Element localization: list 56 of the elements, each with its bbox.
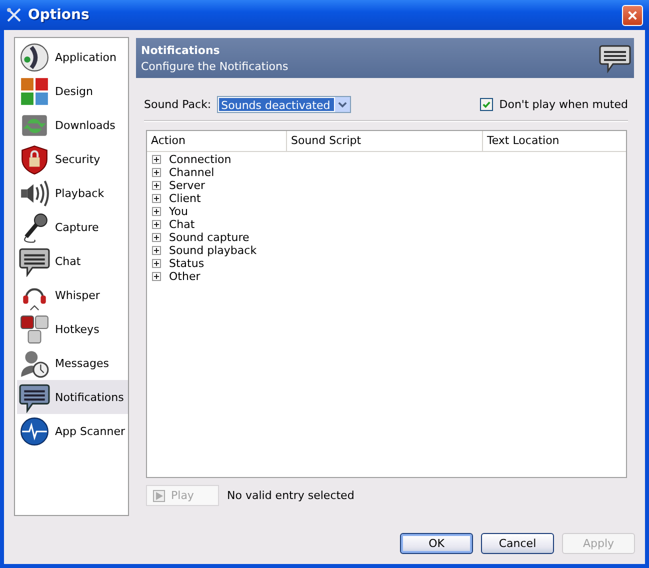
expand-icon[interactable] (152, 272, 161, 281)
expand-icon[interactable] (152, 181, 161, 190)
sidebar-item[interactable]: Playback (17, 176, 128, 210)
expand-icon[interactable] (152, 220, 161, 229)
sound-pack-dropdown[interactable]: Sounds deactivated (217, 96, 352, 113)
tree-item[interactable]: Other (169, 270, 200, 283)
keys-icon (19, 314, 50, 344)
tools-icon (6, 7, 22, 23)
sidebar-item[interactable]: Messages (17, 346, 128, 380)
sidebar-item[interactable]: Security (17, 142, 128, 176)
expand-icon[interactable] (152, 168, 161, 177)
close-button[interactable] (622, 4, 643, 26)
sidebar-item[interactable]: Downloads (17, 108, 128, 142)
expand-icon[interactable] (152, 207, 161, 216)
tree-item[interactable]: Sound playback (169, 244, 257, 257)
tree-item[interactable]: Sound capture (169, 231, 250, 244)
sidebar-item[interactable]: App Scanner (17, 414, 128, 448)
sidebar-item[interactable]: Hotkeys (17, 312, 128, 346)
expand-icon[interactable] (152, 155, 161, 164)
speaker-icon (19, 178, 50, 208)
dialog-button[interactable]: OK (400, 533, 473, 554)
window-title: Options (28, 7, 90, 23)
checkbox-label: Don't play when muted (499, 98, 628, 111)
column-header[interactable]: Action (147, 131, 287, 151)
column-header[interactable]: Sound Script (287, 131, 483, 151)
sidebar-item[interactable]: Application (17, 40, 128, 74)
sidebar-item[interactable]: Design (17, 74, 128, 108)
sidebar-item[interactable]: Whisper (17, 278, 128, 312)
play-status: No valid entry selected (227, 489, 354, 502)
tree-item[interactable]: Chat (169, 218, 195, 231)
tree-item[interactable]: Client (169, 192, 201, 205)
tree-item[interactable]: Channel (169, 166, 214, 179)
column-header[interactable]: Text Location (483, 131, 626, 151)
header-title: Notifications (141, 44, 221, 56)
expand-icon[interactable] (152, 259, 161, 268)
close-icon (627, 10, 638, 20)
sidebar-item[interactable]: Notifications (17, 380, 128, 414)
dialog-button[interactable]: Cancel (481, 533, 554, 554)
tree-item[interactable]: You (169, 205, 188, 218)
color-squares-icon (19, 76, 50, 106)
tree-item[interactable]: Connection (169, 153, 232, 166)
sidebar-item[interactable]: Capture (17, 210, 128, 244)
chat-bubble-icon (19, 246, 50, 276)
header-subtitle: Configure the Notifications (141, 60, 290, 72)
checkbox[interactable] (480, 98, 494, 111)
expand-icon[interactable] (152, 246, 161, 255)
play-icon (153, 490, 165, 502)
sidebar-item[interactable]: Chat (17, 244, 128, 278)
expand-icon[interactable] (152, 194, 161, 203)
chat-bubble-icon (19, 382, 50, 412)
tree-item[interactable]: Status (169, 257, 204, 270)
expand-icon[interactable] (152, 233, 161, 242)
sound-pack-label: Sound Pack: (144, 98, 212, 111)
padlock-shield-icon (19, 144, 50, 174)
pulse-globe-icon (19, 416, 50, 446)
tree-item[interactable]: Server (169, 179, 206, 192)
